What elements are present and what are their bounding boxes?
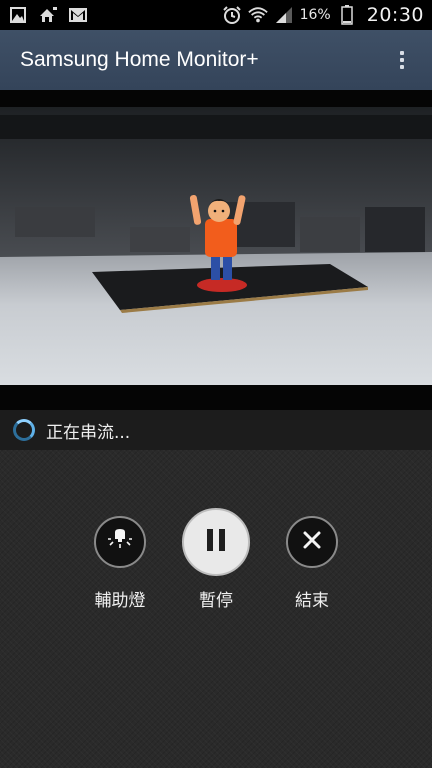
light-bulb-icon bbox=[107, 527, 133, 557]
wifi-icon bbox=[247, 5, 268, 25]
end-label: 結束 bbox=[295, 591, 329, 611]
camera-feed bbox=[0, 107, 432, 385]
battery-percent: 16% bbox=[299, 7, 331, 23]
aux-light-button[interactable] bbox=[94, 516, 146, 568]
gallery-icon bbox=[8, 5, 28, 25]
control-panel: 輔助燈 暫停 結束 bbox=[0, 450, 432, 768]
alarm-icon bbox=[222, 5, 242, 25]
gmail-icon bbox=[68, 5, 88, 25]
pause-icon bbox=[205, 528, 227, 556]
app-bar: Samsung Home Monitor+ bbox=[0, 30, 432, 90]
video-stream-area bbox=[0, 90, 432, 410]
status-left-icons bbox=[8, 5, 88, 25]
home-notification-icon bbox=[38, 5, 58, 25]
aux-light-label: 輔助燈 bbox=[94, 591, 146, 611]
pause-label: 暫停 bbox=[199, 591, 233, 611]
close-icon bbox=[302, 530, 322, 554]
loading-spinner-icon bbox=[13, 419, 35, 441]
clock: 20:30 bbox=[366, 4, 424, 26]
streaming-status-row: 正在串流... bbox=[0, 410, 432, 450]
app-title: Samsung Home Monitor+ bbox=[20, 48, 259, 71]
battery-icon bbox=[337, 5, 357, 25]
signal-icon bbox=[274, 5, 294, 25]
pause-button[interactable] bbox=[182, 508, 250, 576]
status-bar: 16% 20:30 bbox=[0, 0, 432, 30]
end-control: 結束 bbox=[252, 508, 372, 611]
streaming-status-text: 正在串流... bbox=[46, 422, 131, 443]
end-button[interactable] bbox=[286, 516, 338, 568]
overflow-menu-icon[interactable] bbox=[392, 40, 412, 80]
status-right-icons: 16% 20:30 bbox=[222, 4, 424, 26]
